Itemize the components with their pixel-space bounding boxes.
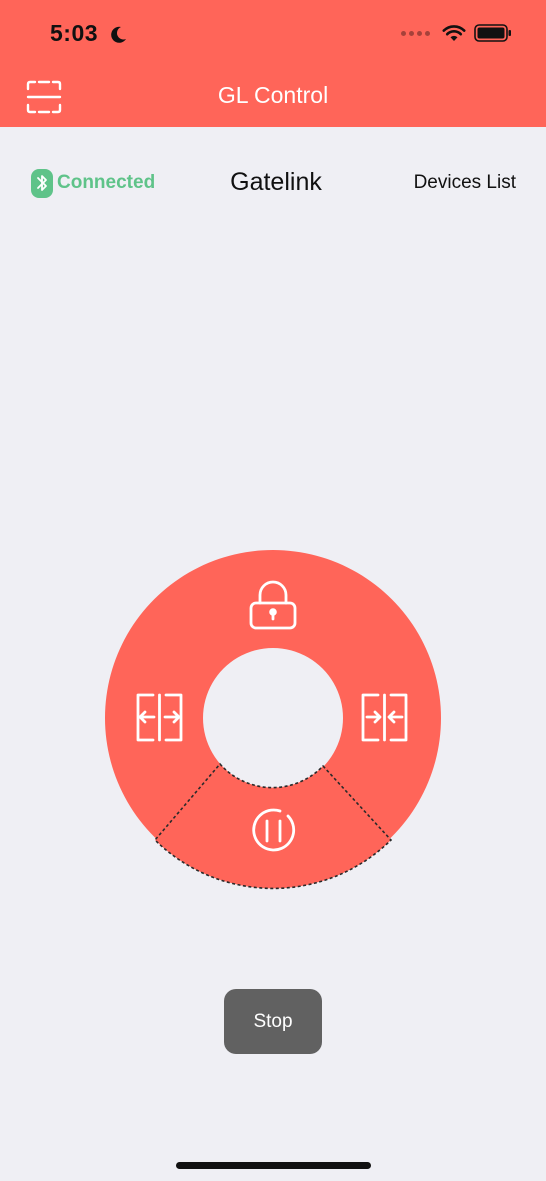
battery-icon: [474, 24, 511, 42]
nav-title: GL Control: [217, 82, 329, 108]
bluetooth-icon: [31, 169, 53, 198]
wifi-icon: [442, 25, 466, 41]
moon-icon: [111, 26, 126, 43]
connection-row: Connected Gatelink Devices List: [0, 166, 546, 202]
stop-button[interactable]: Stop: [224, 989, 322, 1054]
devices-list-link[interactable]: Devices List: [414, 172, 516, 194]
signal-dots-icon: [401, 30, 430, 36]
home-indicator[interactable]: [176, 1162, 371, 1169]
connection-status: Connected: [57, 172, 156, 193]
status-time: 5:03: [50, 20, 99, 46]
device-name: Gatelink: [230, 168, 322, 196]
header: 5:03 GL Control: [0, 0, 546, 127]
control-wheel: [104, 550, 441, 890]
status-icons: [401, 24, 512, 42]
